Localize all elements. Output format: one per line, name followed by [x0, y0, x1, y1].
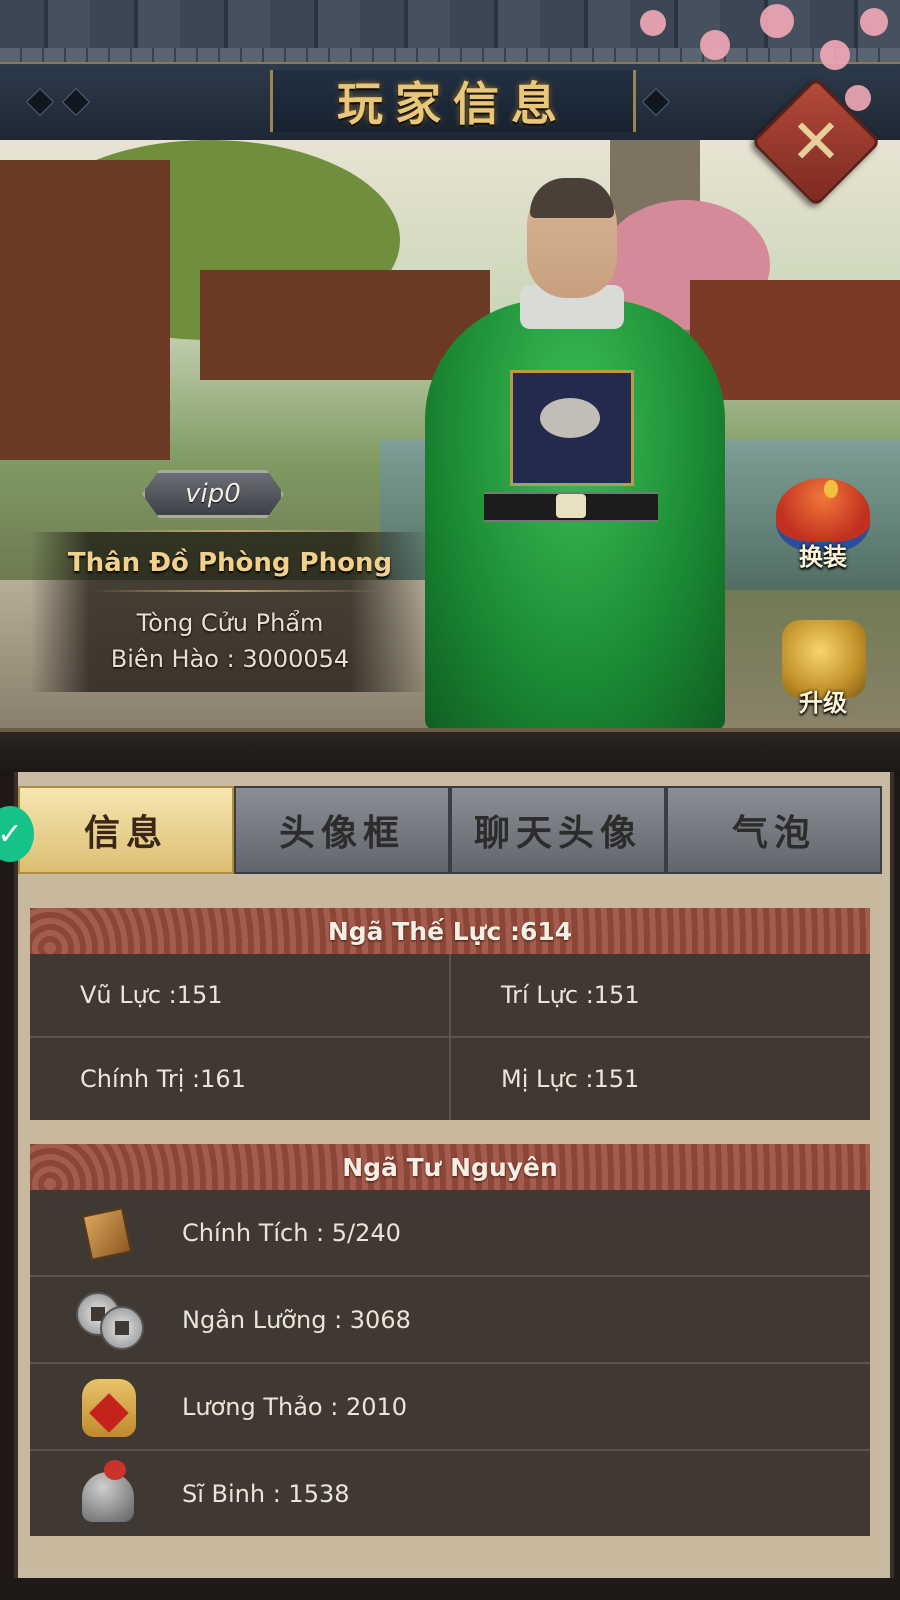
tab-bar: 信息 头像框 聊天头像 气泡: [18, 786, 882, 874]
power-header: Ngã Thế Lực :614: [30, 908, 870, 954]
pavilion-left: [0, 160, 170, 460]
pavilion-right: [690, 280, 900, 400]
player-rank: Tòng Cửu Phẩm: [136, 609, 324, 637]
power-grid: Vũ Lực :151 Trí Lực :151 Chính Trị :161 …: [30, 954, 870, 1120]
stat-martial: Vũ Lực :151: [80, 981, 223, 1009]
panel-divider: [0, 728, 900, 776]
power-section: Ngã Thế Lực :614 Vũ Lực :151 Trí Lực :15…: [30, 908, 870, 1120]
stat-row: Chính Trị :161 Mị Lực :151: [30, 1038, 870, 1120]
resources-section: Ngã Tư Nguyên Chính Tích : 5/240 Ngân Lư…: [30, 1144, 870, 1536]
resource-merit: Chính Tích : 5/240: [182, 1218, 401, 1247]
soldier-helmet-icon: [74, 1459, 144, 1526]
stat-intellect: Trí Lực :151: [449, 954, 870, 1036]
page-title: 玩家信息: [337, 77, 569, 131]
tab-label: 头像框: [278, 812, 405, 854]
resource-silver: Ngân Lưỡng : 3068: [182, 1305, 411, 1334]
change-outfit-button[interactable]: 换装: [768, 460, 878, 571]
blossom-decoration: [640, 10, 666, 36]
close-icon: ✕: [790, 104, 842, 178]
crane-emblem: [540, 398, 600, 438]
stat-row: Vũ Lực :151 Trí Lực :151: [30, 954, 870, 1038]
tab-label: 气泡: [731, 812, 816, 854]
resource-row: Lương Thảo : 2010: [30, 1364, 870, 1451]
upgrade-label: 升级: [799, 688, 847, 717]
resource-soldiers: Sĩ Binh : 1538: [182, 1479, 350, 1508]
ornament-icon: [25, 87, 55, 117]
divider-line: [90, 590, 380, 592]
resource-row: Chính Tích : 5/240: [30, 1190, 870, 1277]
ornament-icon: [641, 87, 671, 117]
resources-header: Ngã Tư Nguyên: [30, 1144, 870, 1190]
player-id: Biên Hào : 3000054: [110, 645, 350, 673]
divider-line: [90, 530, 380, 532]
vip-badge: vip0: [142, 470, 284, 518]
tab-info[interactable]: 信息: [18, 786, 234, 874]
stat-charm: Mị Lực :151: [449, 1038, 870, 1120]
grain-bag-icon: [74, 1375, 144, 1439]
resource-grain: Lương Thảo : 2010: [182, 1392, 408, 1421]
change-outfit-label: 换装: [799, 542, 847, 571]
blossom-decoration: [845, 85, 871, 111]
stat-politics: Chính Trị :161: [80, 1065, 246, 1093]
tab-avatar-frame[interactable]: 头像框: [234, 786, 450, 874]
belt-buckle: [556, 494, 586, 518]
vip-level: vip0: [185, 479, 241, 509]
blossom-decoration: [820, 40, 850, 70]
silver-coins-icon: [74, 1288, 144, 1352]
player-name: Thân Đồ Phòng Phong: [67, 548, 393, 578]
upgrade-button[interactable]: 升级: [768, 606, 878, 717]
tab-chat-avatar[interactable]: 聊天头像: [450, 786, 666, 874]
resource-row: Ngân Lưỡng : 3068: [30, 1277, 870, 1364]
ornament-icon: [61, 87, 91, 117]
merit-book-icon: [74, 1201, 144, 1265]
title-plaque: 玩家信息: [270, 70, 636, 132]
tab-label: 聊天头像: [473, 812, 642, 854]
resource-row: Sĩ Binh : 1538: [30, 1451, 870, 1536]
tab-bubble[interactable]: 气泡: [666, 786, 882, 874]
blossom-decoration: [760, 4, 794, 38]
blossom-decoration: [700, 30, 730, 60]
blossom-decoration: [860, 8, 888, 36]
tab-label: 信息: [83, 812, 168, 854]
